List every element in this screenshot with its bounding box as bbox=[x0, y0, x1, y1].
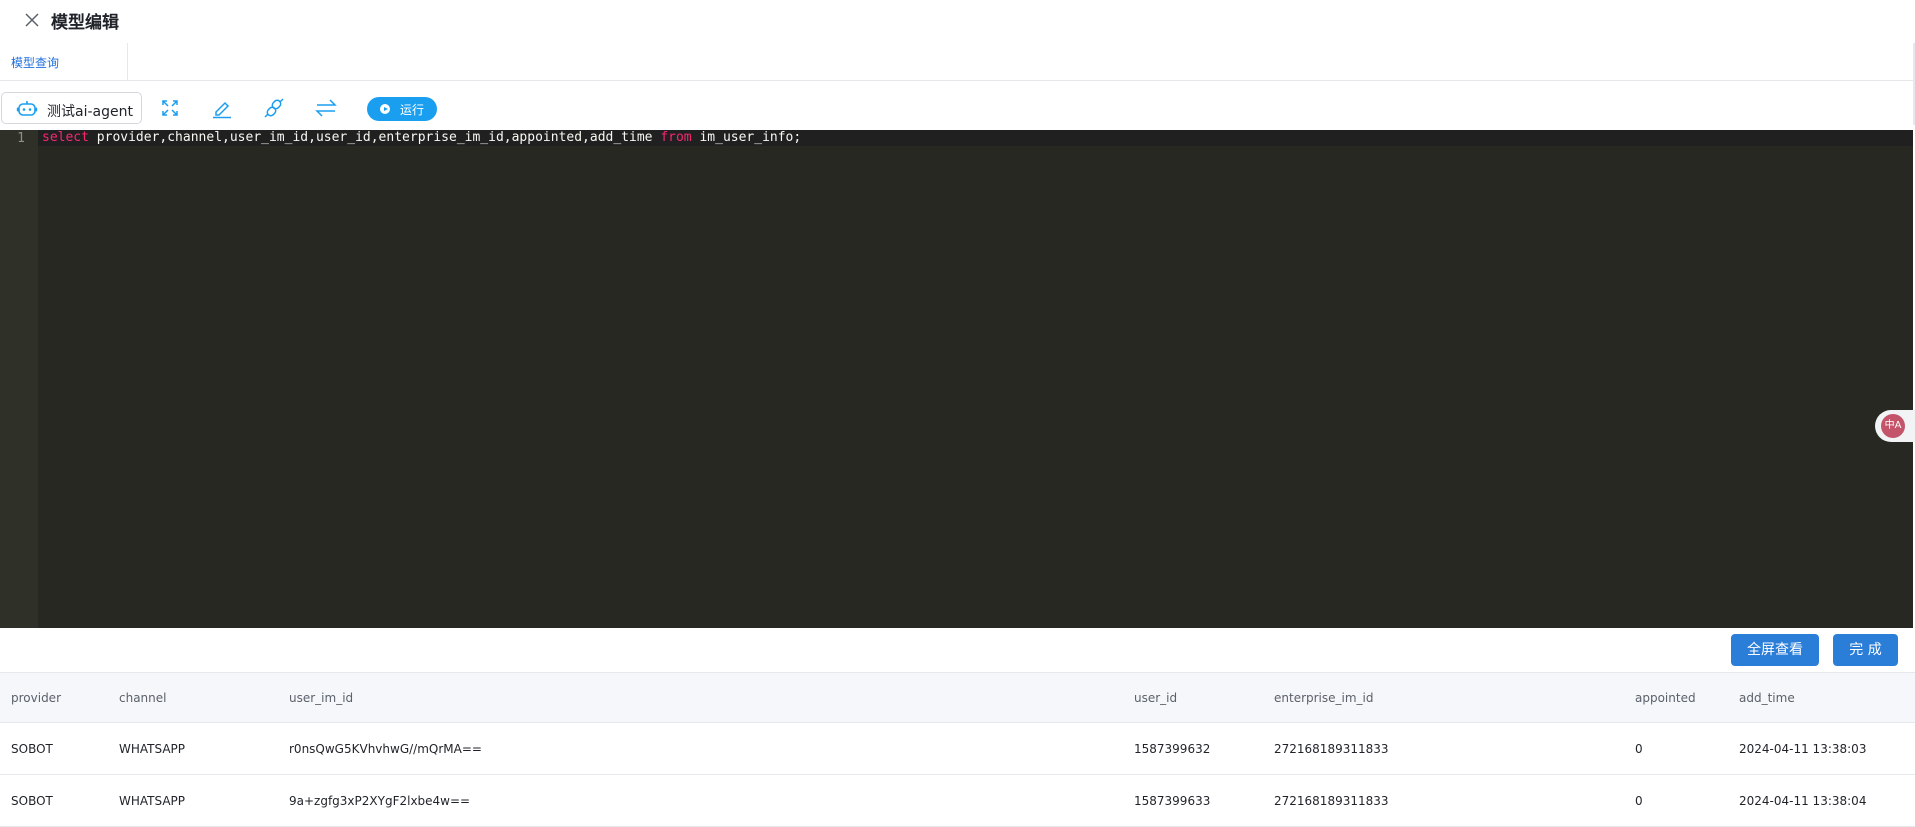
swap-icon[interactable] bbox=[314, 96, 338, 120]
edit-icon[interactable] bbox=[210, 96, 234, 120]
column-header-user-id[interactable]: user_id bbox=[1134, 691, 1177, 705]
tab-model-query[interactable]: 模型查询 bbox=[0, 43, 128, 80]
column-header-provider[interactable]: provider bbox=[11, 691, 61, 705]
sql-keyword: from bbox=[660, 130, 692, 145]
play-icon bbox=[380, 104, 390, 114]
fullscreen-icon[interactable] bbox=[158, 96, 182, 120]
cell-user-id: 1587399633 bbox=[1134, 794, 1211, 808]
sql-text: im_user_info; bbox=[691, 130, 802, 145]
translate-icon: 中A bbox=[1881, 414, 1905, 438]
cell-appointed: 0 bbox=[1635, 794, 1643, 808]
link-icon[interactable] bbox=[262, 96, 286, 120]
page-title: 模型编辑 bbox=[51, 13, 119, 33]
cell-user-id: 1587399632 bbox=[1134, 742, 1211, 756]
close-icon[interactable] bbox=[22, 10, 42, 30]
cell-enterprise-im-id: 272168189311833 bbox=[1274, 742, 1389, 756]
sql-editor[interactable]: 1 select provider,channel,user_im_id,use… bbox=[0, 130, 1913, 628]
column-header-add-time[interactable]: add_time bbox=[1739, 691, 1795, 705]
sql-text: provider,channel,user_im_id,user_id,ente… bbox=[88, 130, 661, 145]
tab-label: 模型查询 bbox=[11, 56, 60, 70]
table-header: provider channel user_im_id user_id ente… bbox=[0, 672, 1915, 723]
cell-provider: SOBOT bbox=[11, 742, 53, 756]
run-button[interactable]: 运行 bbox=[367, 97, 437, 121]
cell-appointed: 0 bbox=[1635, 742, 1643, 756]
cell-add-time: 2024-04-11 13:38:03 bbox=[1739, 742, 1867, 756]
editor-toolbar: 测试ai-agent 运行 bbox=[0, 90, 1915, 126]
table-row[interactable]: SOBOT WHATSAPP r0nsQwG5KVhvhwG//mQrMA== … bbox=[0, 723, 1915, 775]
cell-add-time: 2024-04-11 13:38:04 bbox=[1739, 794, 1867, 808]
column-header-channel[interactable]: channel bbox=[119, 691, 166, 705]
fullscreen-view-button[interactable]: 全屏查看 bbox=[1731, 634, 1819, 666]
cell-channel: WHATSAPP bbox=[119, 742, 186, 756]
tab-bar: 模型查询 bbox=[0, 43, 1915, 81]
cell-channel: WHATSAPP bbox=[119, 794, 186, 808]
cell-provider: SOBOT bbox=[11, 794, 53, 808]
column-header-appointed[interactable]: appointed bbox=[1635, 691, 1696, 705]
cell-user-im-id: r0nsQwG5KVhvhwG//mQrMA== bbox=[289, 742, 482, 756]
line-number: 1 bbox=[17, 131, 25, 146]
sql-keyword: select bbox=[42, 130, 89, 145]
line-gutter: 1 bbox=[0, 130, 38, 628]
robot-icon bbox=[16, 101, 38, 116]
test-ai-agent-label: 测试ai-agent bbox=[47, 104, 133, 120]
page-header: 模型编辑 bbox=[0, 0, 1915, 40]
done-button[interactable]: 完 成 bbox=[1833, 634, 1898, 666]
column-header-enterprise-im-id[interactable]: enterprise_im_id bbox=[1274, 691, 1374, 705]
column-header-user-im-id[interactable]: user_im_id bbox=[289, 691, 353, 705]
cell-enterprise-im-id: 272168189311833 bbox=[1274, 794, 1389, 808]
translate-widget[interactable]: 中A bbox=[1875, 410, 1915, 442]
table-row[interactable]: SOBOT WHATSAPP 9a+zgfg3xP2XYgF2lxbe4w== … bbox=[0, 775, 1915, 827]
code-line[interactable]: select provider,channel,user_im_id,user_… bbox=[42, 130, 801, 146]
cell-user-im-id: 9a+zgfg3xP2XYgF2lxbe4w== bbox=[289, 794, 471, 808]
run-label: 运行 bbox=[400, 103, 425, 117]
test-ai-agent-button[interactable]: 测试ai-agent bbox=[1, 92, 142, 124]
